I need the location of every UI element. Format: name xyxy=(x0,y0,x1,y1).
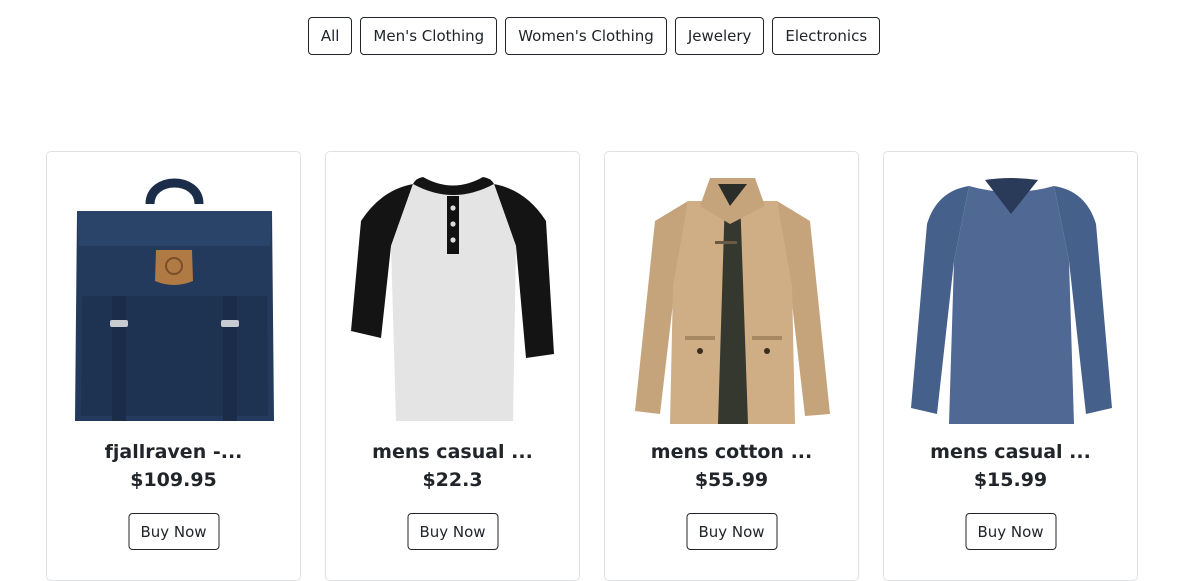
product-price: $109.95 xyxy=(130,469,217,491)
product-title[interactable]: mens casual ... xyxy=(326,441,579,463)
jacket-image xyxy=(630,176,835,426)
product-title[interactable]: mens cotton ... xyxy=(605,441,858,463)
product-price: $22.3 xyxy=(422,469,483,491)
product-card: fjallraven -... $109.95 Buy Now xyxy=(46,151,301,581)
buy-now-button[interactable]: Buy Now xyxy=(965,513,1056,550)
product-price: $55.99 xyxy=(694,469,769,491)
product-card: mens cotton ... $55.99 Buy Now xyxy=(604,151,859,581)
buy-now-button[interactable]: Buy Now xyxy=(128,513,219,550)
product-title[interactable]: fjallraven -... xyxy=(47,441,300,463)
product-title[interactable]: mens casual ... xyxy=(884,441,1137,463)
filter-womens-clothing-button[interactable]: Women's Clothing xyxy=(505,17,667,55)
filter-electronics-button[interactable]: Electronics xyxy=(772,17,881,55)
henley-shirt-image xyxy=(351,176,556,426)
buy-now-button[interactable]: Buy Now xyxy=(686,513,777,550)
filter-all-button[interactable]: All xyxy=(307,17,353,55)
category-filter-bar: All Men's Clothing Women's Clothing Jewe… xyxy=(0,17,1188,55)
filter-mens-clothing-button[interactable]: Men's Clothing xyxy=(360,17,498,55)
product-price: $15.99 xyxy=(973,469,1048,491)
product-card: mens casual ... $15.99 Buy Now xyxy=(883,151,1138,581)
buy-now-button[interactable]: Buy Now xyxy=(407,513,498,550)
backpack-image xyxy=(72,176,277,426)
filter-jewelery-button[interactable]: Jewelery xyxy=(674,17,765,55)
product-card: mens casual ... $22.3 Buy Now xyxy=(325,151,580,581)
long-sleeve-tee-image xyxy=(909,176,1114,426)
